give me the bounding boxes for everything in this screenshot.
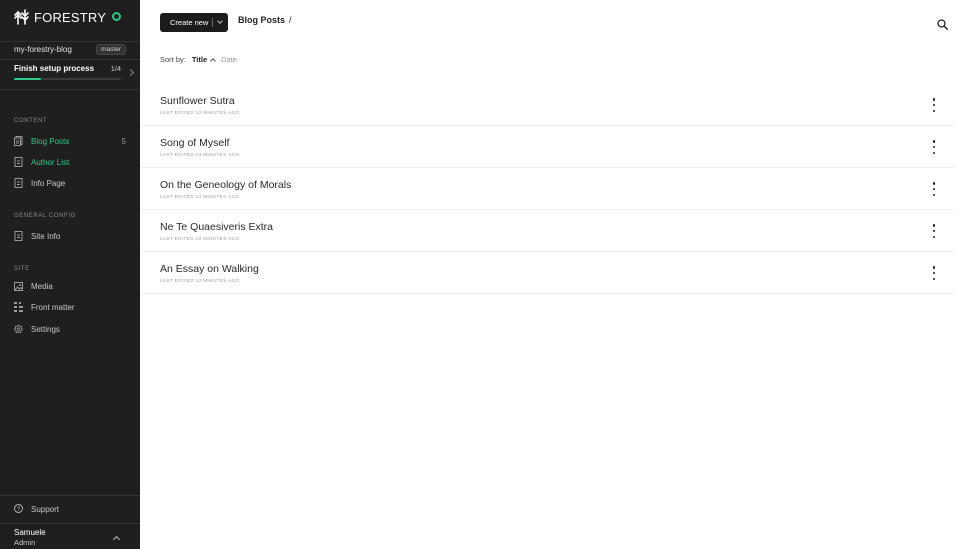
- sidebar-item-label: Front matter: [31, 302, 75, 312]
- site-name: my-forestry-blog: [14, 45, 72, 54]
- gear-icon: [14, 324, 23, 334]
- sidebar-item-label: Settings: [31, 324, 60, 334]
- forestry-tree-icon: [14, 9, 29, 25]
- section-label-site: Site: [14, 266, 30, 272]
- create-new-button[interactable]: Create new: [160, 13, 228, 32]
- branch-badge: master: [96, 44, 126, 55]
- setup-progress[interactable]: Finish setup process 1/4: [14, 64, 121, 80]
- sidebar-item-label: Media: [31, 281, 53, 291]
- search-icon[interactable]: [937, 17, 949, 35]
- post-list: Sunflower Sutra Last edited 13 minutes a…: [141, 84, 954, 294]
- more-options-icon[interactable]: [930, 266, 938, 280]
- sidebar-item-media[interactable]: Media: [14, 279, 126, 293]
- document-icon: [14, 178, 23, 188]
- sidebar-item-label: Blog Posts: [31, 136, 70, 146]
- support-label: Support: [31, 505, 60, 514]
- button-separator: [212, 18, 213, 27]
- document-stack-icon: [14, 136, 23, 146]
- user-menu[interactable]: Samuele Admin: [14, 528, 46, 548]
- image-icon: [14, 281, 23, 291]
- post-last-edited: Last edited 13 minutes ago: [160, 236, 240, 241]
- sidebar: FORESTRY my-forestry-blog master Finish …: [0, 0, 140, 549]
- post-row[interactable]: An Essay on Walking Last edited 13 minut…: [141, 252, 954, 294]
- sidebar-item-settings[interactable]: Settings: [14, 322, 126, 336]
- section-label-content: Content: [14, 118, 48, 124]
- item-count: 5: [121, 136, 126, 146]
- more-options-icon[interactable]: [930, 98, 938, 112]
- sort-by-title[interactable]: Title: [192, 55, 207, 64]
- sort-label: Sort by:: [160, 55, 186, 64]
- breadcrumb: Blog Posts /: [238, 15, 292, 25]
- post-title[interactable]: Ne Te Quaesiveris Extra: [160, 221, 273, 233]
- user-role: Admin: [14, 538, 36, 547]
- sidebar-item-label: Author List: [31, 157, 70, 167]
- post-last-edited: Last edited 13 minutes ago: [160, 152, 240, 157]
- sidebar-item-blog-posts[interactable]: Blog Posts 5: [14, 134, 126, 148]
- support-link[interactable]: ? Support: [14, 504, 59, 515]
- breadcrumb-title[interactable]: Blog Posts: [238, 15, 285, 25]
- sidebar-item-author-list[interactable]: Author List: [14, 155, 126, 169]
- section-label-general-config: General Config: [14, 213, 76, 219]
- post-last-edited: Last edited 13 minutes ago: [160, 194, 240, 199]
- create-new-label: Create new: [170, 18, 209, 27]
- post-title[interactable]: An Essay on Walking: [160, 263, 259, 275]
- post-row[interactable]: Song of Myself Last edited 13 minutes ag…: [141, 126, 954, 168]
- more-options-icon[interactable]: [930, 224, 938, 238]
- front-matter-icon: [14, 302, 23, 312]
- document-icon: [14, 157, 23, 167]
- user-name: Samuele: [14, 528, 46, 537]
- site-selector[interactable]: my-forestry-blog master: [14, 44, 126, 55]
- post-title[interactable]: On the Geneology of Morals: [160, 179, 291, 191]
- document-icon: [14, 231, 23, 241]
- post-row[interactable]: Ne Te Quaesiveris Extra Last edited 13 m…: [141, 210, 954, 252]
- setup-count: 1/4: [110, 64, 121, 73]
- help-circle-icon: ?: [14, 504, 23, 515]
- setup-progress-fill: [14, 78, 41, 80]
- divider: [0, 59, 140, 60]
- breadcrumb-separator: /: [289, 15, 292, 25]
- sidebar-item-front-matter[interactable]: Front matter: [14, 300, 126, 314]
- post-row[interactable]: On the Geneology of Morals Last edited 1…: [141, 168, 954, 210]
- chevron-right-icon[interactable]: [126, 68, 135, 77]
- post-title[interactable]: Sunflower Sutra: [160, 95, 235, 107]
- more-options-icon[interactable]: [930, 182, 938, 196]
- divider: [0, 41, 140, 42]
- post-last-edited: Last edited 13 minutes ago: [160, 278, 240, 283]
- status-indicator-icon: [112, 12, 121, 21]
- divider: [0, 89, 140, 90]
- sidebar-item-label: Site Info: [31, 231, 61, 241]
- brand-name: FORESTRY: [34, 9, 107, 25]
- divider: [0, 495, 140, 496]
- sidebar-item-label: Info Page: [31, 178, 66, 188]
- sort-by-date[interactable]: Date: [221, 55, 237, 64]
- post-title[interactable]: Song of Myself: [160, 137, 229, 149]
- divider: [0, 523, 140, 524]
- setup-progress-bar: [14, 78, 121, 80]
- setup-title: Finish setup process: [14, 64, 95, 73]
- brand-logo[interactable]: FORESTRY: [14, 8, 106, 26]
- chevron-down-icon[interactable]: [217, 18, 223, 24]
- sort-controls: Sort by: Title Date: [160, 55, 237, 64]
- more-options-icon[interactable]: [930, 140, 938, 154]
- post-last-edited: Last edited 13 minutes ago: [160, 110, 240, 115]
- chevron-up-icon[interactable]: [112, 535, 121, 544]
- sidebar-item-site-info[interactable]: Site Info: [14, 229, 126, 243]
- sidebar-item-info-page[interactable]: Info Page: [14, 176, 126, 190]
- sort-ascending-icon[interactable]: [210, 57, 216, 64]
- post-row[interactable]: Sunflower Sutra Last edited 13 minutes a…: [141, 84, 954, 126]
